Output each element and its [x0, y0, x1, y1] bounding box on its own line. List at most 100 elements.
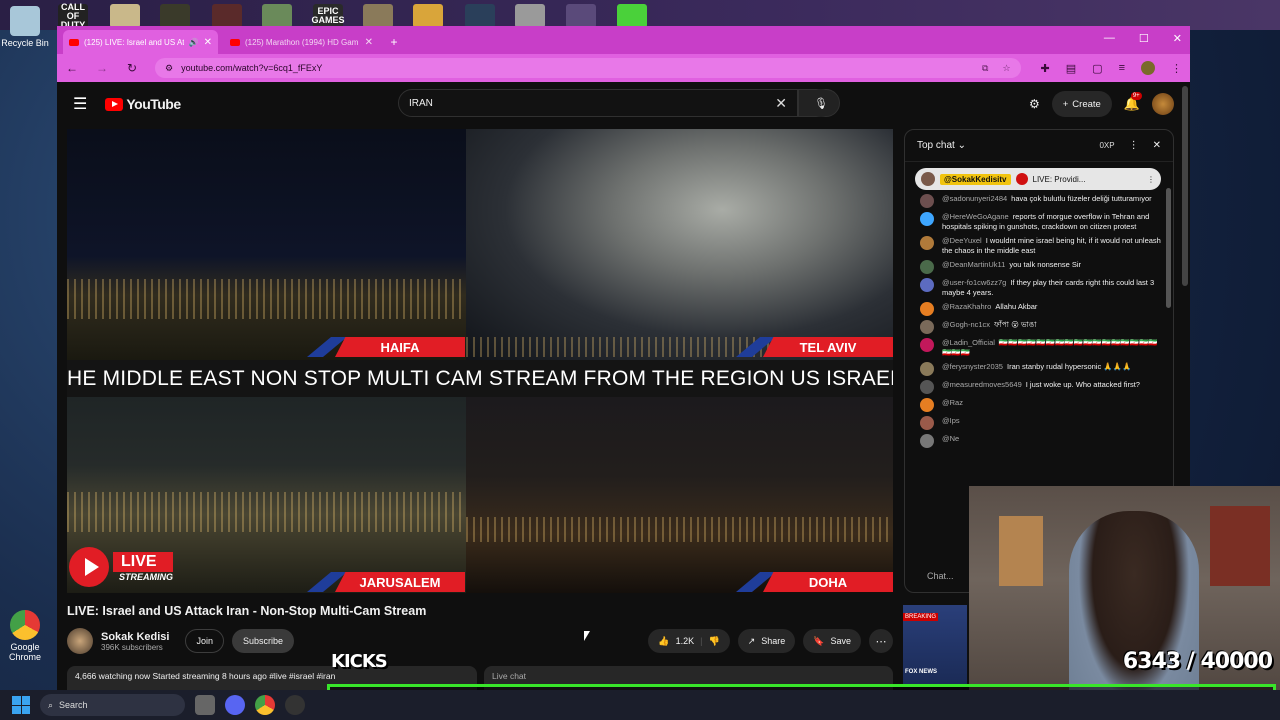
game-icon[interactable] [262, 4, 292, 28]
create-button[interactable]: + Create [1051, 91, 1112, 117]
account-avatar[interactable] [1152, 93, 1174, 115]
join-button[interactable]: Join [185, 629, 224, 653]
chat-author[interactable]: @measuredmoves5649 [942, 380, 1022, 389]
maximize-icon[interactable]: ☐ [1139, 32, 1149, 45]
chat-author[interactable]: @Ne [942, 434, 959, 443]
url-field[interactable]: ⚙ youtube.com/watch?v=6cq1_fFExY ⧉ ☆ [155, 58, 1021, 78]
avatar[interactable] [920, 434, 934, 448]
chat-mode-dropdown[interactable]: Top chat ⌄ [917, 140, 966, 151]
chat-author[interactable]: @Gogh-nc1cx [942, 320, 990, 329]
chat-message[interactable]: @Ips [920, 416, 1161, 430]
channel-name[interactable]: Sokak Kedisi [101, 631, 169, 643]
install-icon[interactable]: ⧉ [982, 63, 988, 74]
pinned-menu-icon[interactable]: ⋮ [1147, 175, 1155, 184]
reload-icon[interactable]: ↻ [125, 61, 139, 75]
avatar[interactable] [920, 398, 934, 412]
close-tab-icon[interactable]: ✕ [365, 37, 373, 48]
chat-message[interactable]: @Raz [920, 398, 1161, 412]
audio-icon[interactable]: 🔊 [189, 38, 199, 47]
chat-author[interactable]: @Raz [942, 398, 963, 407]
dislike-icon[interactable]: 👎 [708, 636, 719, 647]
game-icon[interactable] [160, 4, 190, 28]
avatar[interactable] [920, 278, 934, 292]
clear-search-icon[interactable]: ✕ [775, 95, 787, 112]
chat-author[interactable]: @Ips [942, 416, 960, 425]
chat-message[interactable]: @DeanMartinUk11 you talk nonsense Sir [920, 260, 1161, 274]
epic-games-icon[interactable]: EPIC GAMES [312, 4, 345, 28]
close-chat-icon[interactable]: ✕ [1153, 140, 1161, 151]
new-tab-button[interactable]: + [385, 33, 403, 51]
tab-live-stream[interactable]: (125) LIVE: Israel and US Att 🔊 ✕ [63, 30, 218, 54]
call-of-duty-icon[interactable]: CALL OF DUTY [58, 2, 88, 29]
avatar[interactable] [920, 362, 934, 376]
pinned-message[interactable]: @SokakKedisitv LIVE: Providi... ⋮ [915, 168, 1161, 190]
avatar[interactable] [920, 260, 934, 274]
recycle-bin[interactable]: Recycle Bin [0, 6, 50, 48]
chat-author[interactable]: @DeeYuxel [942, 236, 982, 245]
chat-author[interactable]: @sadonunyeri2484 [942, 194, 1007, 203]
split-view-icon[interactable]: ▤ [1066, 62, 1076, 75]
reading-list-icon[interactable]: ≡ [1119, 62, 1125, 74]
avatar[interactable] [920, 338, 934, 352]
steam-icon[interactable] [465, 4, 495, 28]
close-tab-icon[interactable]: ✕ [204, 37, 212, 48]
chat-author[interactable]: @RazaKhahro [942, 302, 991, 311]
chat-author[interactable]: @Ladin_Official [942, 338, 995, 347]
destiny-icon[interactable] [566, 4, 596, 28]
avatar[interactable] [920, 212, 934, 226]
subscribe-button[interactable]: Subscribe [232, 629, 295, 653]
file-explorer-icon[interactable] [195, 695, 215, 715]
tab-search-icon[interactable]: ▢ [1092, 62, 1102, 75]
chat-author[interactable]: @ferysnyster2035 [942, 362, 1003, 371]
avatar[interactable] [920, 320, 934, 334]
extensions-icon[interactable]: ✚ [1041, 62, 1050, 75]
game-icon[interactable] [212, 4, 242, 28]
avatar[interactable] [920, 416, 934, 430]
tab-marathon[interactable]: (125) Marathon (1994) HD Gam ✕ [224, 30, 379, 54]
chrome-icon[interactable] [255, 695, 275, 715]
game-icon[interactable] [110, 4, 140, 28]
chat-author[interactable]: @HereWeGoAgane [942, 212, 1009, 221]
chat-message[interactable]: @RazaKhahro Allahu Akbar [920, 302, 1161, 316]
search-input[interactable]: IRAN ✕ [398, 89, 798, 117]
avatar[interactable] [920, 380, 934, 394]
share-button[interactable]: ↗ Share [737, 629, 796, 653]
chat-message[interactable]: @sadonunyeri2484 hava çok bulutlu füzeler… [920, 194, 1161, 208]
game-icon[interactable] [413, 4, 443, 28]
forward-icon[interactable]: → [95, 61, 109, 75]
page-scrollbar[interactable] [1182, 86, 1188, 286]
chat-message[interactable]: @measuredmoves5649 I just woke up. Who at… [920, 380, 1161, 394]
more-actions-button[interactable]: ⋯ [869, 629, 893, 653]
discord-icon[interactable] [225, 695, 245, 715]
chat-message[interactable]: @ferysnyster2035 Iran stanby rudal hypers… [920, 362, 1161, 376]
chat-message[interactable]: @Ne [920, 434, 1161, 448]
chat-message[interactable]: @HereWeGoAgane reports of morgue overflow… [920, 212, 1161, 232]
bookmark-star-icon[interactable]: ☆ [1002, 63, 1010, 74]
avatar[interactable] [920, 236, 934, 250]
video-player[interactable]: HAIFA TEL AVIV HE MIDDLE EAST NON STOP M… [67, 129, 893, 593]
chat-message[interactable]: @user-fo1cw6zz7g If they play their cards… [920, 278, 1161, 298]
start-button[interactable] [12, 696, 30, 714]
minimize-icon[interactable]: — [1104, 32, 1115, 45]
game-icon[interactable] [515, 4, 545, 28]
channel-avatar[interactable] [67, 628, 93, 654]
chat-scrollbar[interactable] [1166, 188, 1171, 488]
chat-message[interactable]: @Gogh-nc1cx ফাঁপা 😮 ভাঙা [920, 320, 1161, 334]
site-info-icon[interactable]: ⚙ [165, 63, 173, 74]
like-icon[interactable]: 👍 [658, 636, 669, 647]
cast-icon[interactable]: ⚙ [1029, 97, 1040, 111]
back-icon[interactable]: ← [65, 61, 79, 75]
like-count[interactable]: 1.2K [676, 636, 695, 646]
chrome-shortcut[interactable]: Google Chrome [0, 610, 50, 662]
avatar[interactable] [920, 302, 934, 316]
chat-author[interactable]: @user-fo1cw6zz7g [942, 278, 1006, 287]
chat-message[interactable]: @Ladin_Official 🇮🇷🇮🇷🇮🇷🇮🇷🇮🇷🇮🇷🇮🇷🇮🇷🇮🇷🇮🇷🇮🇷🇮🇷🇮… [920, 338, 1161, 358]
menu-icon[interactable]: ☰ [73, 94, 87, 114]
chat-options-icon[interactable]: ⋮ [1129, 140, 1139, 151]
razer-icon[interactable] [617, 4, 647, 28]
youtube-logo[interactable]: YouTube [105, 96, 181, 112]
chat-message[interactable]: @DeeYuxel I wouldnt mine israel being hit… [920, 236, 1161, 256]
profile-avatar[interactable] [1141, 61, 1155, 75]
obs-icon[interactable] [285, 695, 305, 715]
xp-badge[interactable]: 0XP [1099, 141, 1114, 150]
